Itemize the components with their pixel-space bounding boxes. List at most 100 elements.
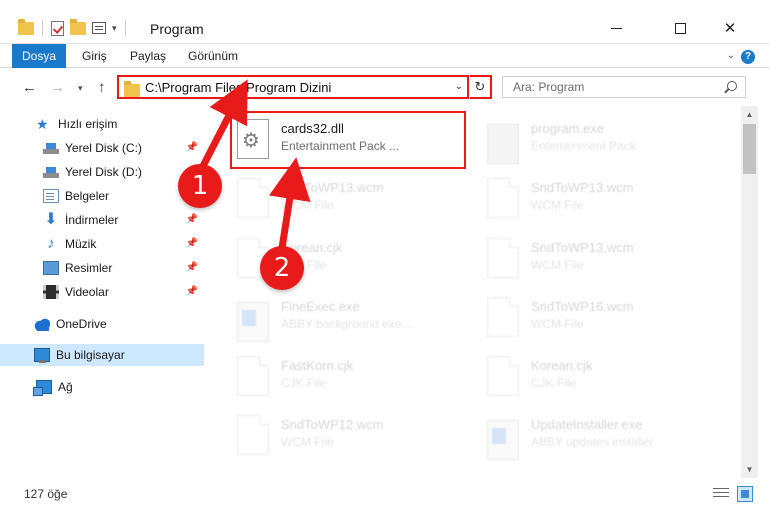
sidebar-item-label: İndirmeler xyxy=(65,213,119,227)
file-icon xyxy=(487,178,519,218)
expand-ribbon-icon[interactable]: ⌄ xyxy=(727,50,735,61)
file-icon xyxy=(237,356,269,396)
file-icon xyxy=(237,415,269,455)
minimize-button[interactable] xyxy=(593,12,639,44)
new-folder-icon[interactable] xyxy=(70,18,86,35)
search-placeholder: Ara: Program xyxy=(513,80,585,94)
file-item[interactable]: FastKorn.cjk CJK File xyxy=(231,350,471,402)
file-type: CJK File xyxy=(281,376,327,390)
file-type: CJK File xyxy=(531,376,577,390)
sidebar-item-local-disk-d[interactable]: Yerel Disk (D:) xyxy=(0,161,204,183)
computer-icon xyxy=(34,348,50,363)
file-name: program.exe xyxy=(531,121,604,136)
file-icon xyxy=(487,297,519,337)
properties-check-icon[interactable] xyxy=(51,20,64,36)
tab-home[interactable]: Giriş xyxy=(70,44,119,68)
pin-icon[interactable]: 📌 xyxy=(186,286,198,297)
scroll-down-icon[interactable]: ▼ xyxy=(741,461,758,478)
file-item[interactable]: SndToWP13.wcm WCM File xyxy=(231,172,471,224)
maximize-icon xyxy=(674,22,686,34)
sidebar-item-label: Müzik xyxy=(65,237,97,251)
cloud-icon xyxy=(34,317,50,331)
file-item[interactable]: Korean.cjk CJK File xyxy=(481,350,721,402)
folder-icon xyxy=(124,81,140,97)
address-bar[interactable]: C:\Program Files\Program Dizini ⌄ xyxy=(117,75,469,99)
sidebar-item-local-disk-c[interactable]: Yerel Disk (C:) 📌 xyxy=(0,137,204,159)
file-type: ABBY background exe... xyxy=(281,317,412,331)
file-icon xyxy=(487,238,519,278)
network-icon xyxy=(33,380,52,396)
vertical-scrollbar[interactable]: ▲ ▼ xyxy=(741,106,758,478)
pin-icon[interactable]: 📌 xyxy=(186,142,198,153)
pin-icon[interactable]: 📌 xyxy=(186,238,198,249)
back-button[interactable]: ← xyxy=(22,79,37,96)
pictures-icon xyxy=(43,261,59,275)
up-button[interactable]: ↑ xyxy=(98,79,106,96)
search-input[interactable]: Ara: Program xyxy=(502,76,746,98)
app-icon xyxy=(487,420,519,460)
search-icon[interactable] xyxy=(727,81,737,91)
help-icon[interactable]: ? xyxy=(741,50,755,64)
recent-locations-icon[interactable]: ▾ xyxy=(78,83,83,94)
pin-icon[interactable]: 📌 xyxy=(186,214,198,225)
file-type: ABBY updates installer xyxy=(531,435,654,449)
scroll-up-icon[interactable]: ▲ xyxy=(741,106,758,123)
file-item[interactable]: FineExec.exe ABBY background exe... xyxy=(231,291,471,343)
tab-view[interactable]: Görünüm xyxy=(176,44,250,68)
large-icons-view-icon[interactable] xyxy=(737,486,753,502)
sidebar-item-label: Ağ xyxy=(58,380,73,394)
quick-access-toolbar: ▾ xyxy=(18,18,128,36)
file-type: WCM File xyxy=(531,198,584,212)
toolbar-separator xyxy=(42,20,43,36)
address-path[interactable]: C:\Program Files\Program Dizini xyxy=(145,80,331,95)
scrollbar-thumb[interactable] xyxy=(743,124,756,174)
refresh-button[interactable]: ↻ xyxy=(470,75,492,99)
sidebar-item-label: Yerel Disk (C:) xyxy=(65,141,142,155)
sidebar-item-label: Yerel Disk (D:) xyxy=(65,165,142,179)
file-icon xyxy=(237,178,269,218)
tab-file[interactable]: Dosya xyxy=(12,44,66,68)
maximize-button[interactable] xyxy=(657,12,703,44)
sidebar-item-label: Hızlı erişim xyxy=(58,117,118,131)
close-button[interactable]: ✕ xyxy=(707,12,753,44)
details-view-icon[interactable] xyxy=(713,488,729,500)
sidebar-item-music[interactable]: ♪ Müzik 📌 xyxy=(0,233,204,255)
sidebar-item-downloads[interactable]: ⬇ İndirmeler 📌 xyxy=(0,209,204,231)
sidebar-item-label: Resimler xyxy=(65,261,113,275)
sidebar-item-label: Bu bilgisayar xyxy=(56,348,125,362)
item-count: 127 öğe xyxy=(24,487,68,501)
videos-icon xyxy=(43,285,59,299)
sidebar-item-videos[interactable]: Videolar 📌 xyxy=(0,281,204,303)
sidebar-item-this-pc[interactable]: Bu bilgisayar xyxy=(0,344,204,366)
drive-icon xyxy=(43,165,59,179)
sidebar-item-documents[interactable]: Belgeler 📌 xyxy=(0,185,204,207)
file-type: WCM File xyxy=(531,317,584,331)
sidebar-item-network[interactable]: Ağ xyxy=(0,376,204,398)
customize-toolbar-caret-icon[interactable]: ▾ xyxy=(112,23,117,34)
file-item[interactable]: SndToWP16.wcm WCM File xyxy=(481,291,721,343)
file-name: Korean.cjk xyxy=(531,358,593,373)
file-item[interactable]: UpdateInstaller.exe ABBY updates install… xyxy=(481,409,721,461)
address-row: ← → ▾ ↑ C:\Program Files\Program Dizini … xyxy=(0,70,769,104)
music-icon: ♪ xyxy=(47,235,55,252)
sidebar-item-pictures[interactable]: Resimler 📌 xyxy=(0,257,204,279)
file-name: SndToWP13.wcm xyxy=(281,180,384,195)
tab-share[interactable]: Paylaş xyxy=(118,44,178,68)
minimize-icon xyxy=(610,27,622,29)
file-name: SndToWP12.wcm xyxy=(281,417,384,432)
close-icon: ✕ xyxy=(723,20,737,37)
sidebar-item-onedrive[interactable]: OneDrive xyxy=(0,313,204,335)
pin-icon[interactable]: 📌 xyxy=(186,262,198,273)
address-dropdown-icon[interactable]: ⌄ xyxy=(455,81,463,92)
exe-icon xyxy=(487,124,519,164)
file-type: Entertainment Pack xyxy=(531,139,636,153)
file-item[interactable]: SndToWP12.wcm WCM File xyxy=(231,409,471,461)
file-item[interactable]: SndToWP13.wcm WCM File xyxy=(481,172,721,224)
sidebar-item-quick-access[interactable]: ★ Hızlı erişim xyxy=(0,113,204,135)
forward-button[interactable]: → xyxy=(50,79,65,96)
file-list: cards32.dll Entertainment Pack ... progr… xyxy=(207,106,741,478)
file-item[interactable]: SndToWP13.wcm WCM File xyxy=(481,232,721,284)
file-item[interactable]: program.exe Entertainment Pack xyxy=(481,113,721,165)
navigation-pane: ★ Hızlı erişim Yerel Disk (C:) 📌 Yerel D… xyxy=(0,106,207,478)
properties-icon[interactable] xyxy=(92,22,106,34)
